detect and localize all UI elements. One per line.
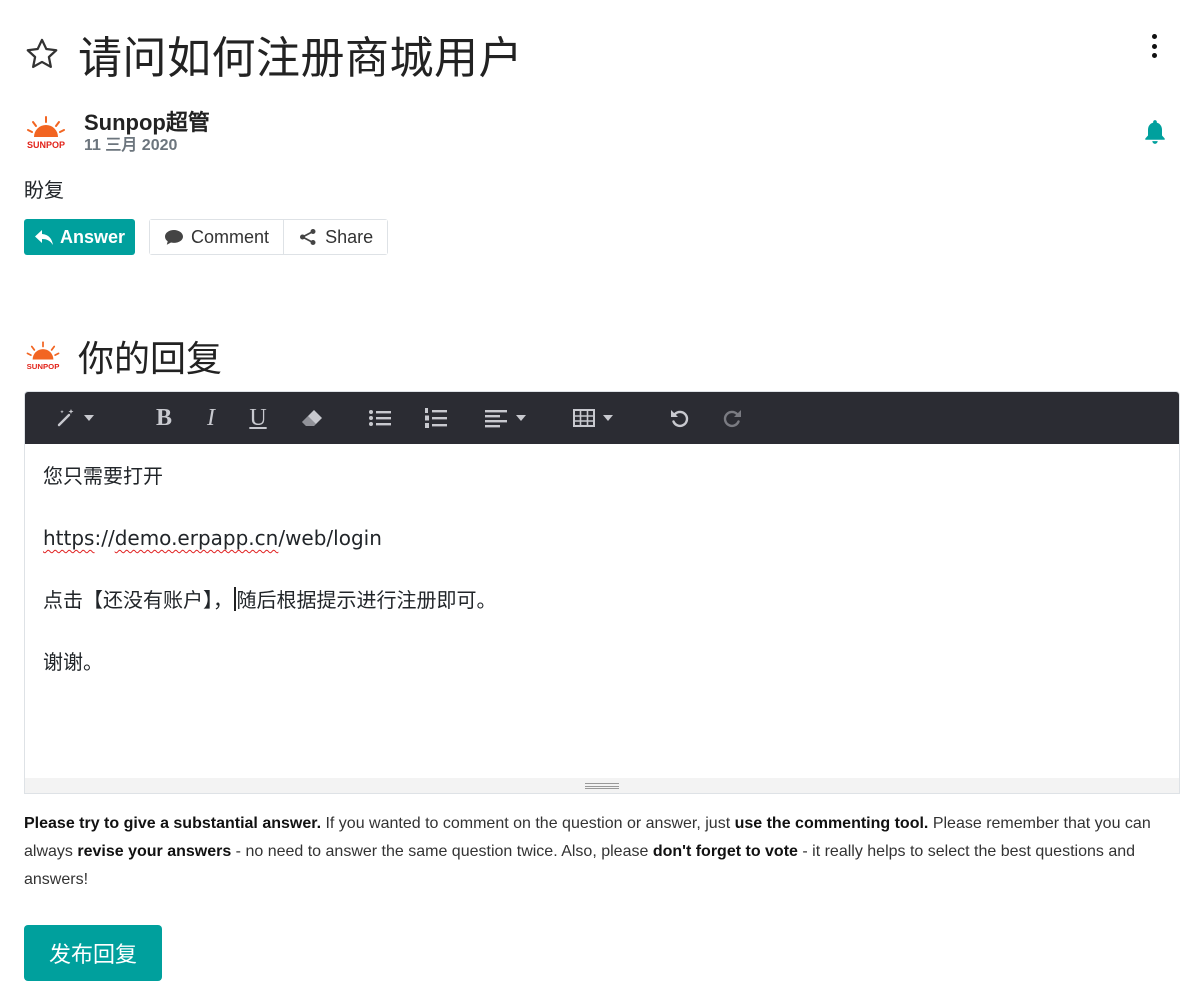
bell-icon[interactable] bbox=[1142, 118, 1168, 146]
hint-bold: revise your answers bbox=[77, 843, 232, 860]
more-options-icon[interactable] bbox=[1148, 34, 1160, 58]
hint-text: If you wanted to comment on the question… bbox=[321, 815, 735, 832]
editor-line: 谢谢。 bbox=[43, 648, 1161, 710]
editor-content[interactable]: 您只需要打开 https://demo.erpapp.cn/web/login … bbox=[25, 444, 1179, 778]
redo-icon bbox=[723, 410, 741, 428]
numbered-list-icon bbox=[425, 408, 447, 428]
reply-icon bbox=[35, 230, 53, 245]
hint-bold: use the commenting tool. bbox=[734, 815, 929, 832]
align-icon bbox=[485, 410, 507, 428]
text-cursor bbox=[234, 587, 236, 611]
star-icon[interactable] bbox=[24, 36, 60, 72]
table-icon bbox=[573, 409, 595, 427]
question-actions: Answer Comment Share bbox=[24, 219, 389, 255]
editor-text: 随后根据提示进行注册即可。 bbox=[236, 588, 497, 612]
bullet-list-icon bbox=[369, 410, 391, 426]
question-title: 请问如何注册商城用户 bbox=[78, 33, 523, 84]
question-header: 请问如何注册商城用户 bbox=[24, 24, 1174, 84]
share-button-label: Share bbox=[325, 226, 374, 247]
hint-bold: don't forget to vote bbox=[652, 843, 798, 860]
author-name[interactable]: Sunpop超管 bbox=[84, 110, 210, 136]
comment-icon bbox=[165, 230, 184, 245]
grip-icon bbox=[585, 782, 619, 789]
hint-text: - no need to answer the same question tw… bbox=[231, 843, 653, 860]
editor-text: 谢谢。 bbox=[43, 650, 103, 674]
eraser-icon bbox=[302, 410, 322, 426]
author-meta: Sunpop超管 11 三月 2020 bbox=[84, 110, 210, 156]
editor-line: 您只需要打开 bbox=[43, 462, 1161, 524]
align-dropdown[interactable] bbox=[475, 392, 535, 444]
reply-heading: SUNPOP 你的回复 bbox=[24, 334, 222, 380]
logo-text: SUNPOP bbox=[27, 362, 60, 371]
editor-line: 点击【还没有账户】， 随后根据提示进行注册即可。 bbox=[43, 586, 1161, 648]
table-dropdown[interactable] bbox=[563, 392, 623, 444]
answer-button-label: Answer bbox=[60, 226, 126, 247]
numbered-list-button[interactable] bbox=[415, 392, 457, 444]
author-info: SUNPOP Sunpop超管 11 三月 2020 bbox=[24, 108, 210, 158]
link-scheme: https bbox=[43, 526, 95, 550]
share-icon bbox=[300, 229, 316, 245]
answer-guidelines: Please try to give a substantial answer.… bbox=[24, 810, 1180, 894]
share-button[interactable]: Share bbox=[283, 220, 388, 254]
editor-line: https://demo.erpapp.cn/web/login bbox=[43, 524, 1161, 586]
link-separator: :// bbox=[94, 526, 115, 550]
editor-toolbar: B I U bbox=[25, 392, 1179, 444]
reply-editor: B I U 您只需要打开 https://demo.erpapp.cn/web/… bbox=[24, 391, 1180, 794]
link-host: demo.erpapp.cn bbox=[114, 526, 279, 550]
undo-icon bbox=[671, 410, 689, 428]
avatar[interactable]: SUNPOP bbox=[24, 111, 68, 155]
italic-icon: I bbox=[207, 404, 215, 431]
comment-button[interactable]: Comment bbox=[150, 220, 284, 254]
underline-button[interactable]: U bbox=[237, 392, 279, 444]
magic-wand-icon bbox=[57, 409, 74, 427]
question-body: 盼复 bbox=[24, 180, 64, 202]
bullet-list-button[interactable] bbox=[359, 392, 401, 444]
bold-button[interactable]: B bbox=[143, 392, 185, 444]
submit-reply-button[interactable]: 发布回复 bbox=[24, 925, 162, 981]
editor-text: 点击【还没有账户】， bbox=[43, 588, 233, 612]
undo-button[interactable] bbox=[659, 392, 701, 444]
editor-resize-handle[interactable] bbox=[25, 778, 1179, 793]
comment-share-group: Comment Share bbox=[149, 219, 389, 255]
reply-title: 你的回复 bbox=[78, 339, 223, 380]
comment-button-label: Comment bbox=[191, 226, 270, 247]
editor-text: 您只需要打开 bbox=[43, 464, 163, 488]
bold-icon: B bbox=[155, 404, 172, 431]
magic-wand-button[interactable] bbox=[49, 392, 101, 444]
underline-icon: U bbox=[249, 404, 267, 431]
answer-button[interactable]: Answer bbox=[24, 219, 136, 255]
italic-button[interactable]: I bbox=[190, 392, 232, 444]
logo-text: SUNPOP bbox=[27, 140, 65, 150]
eraser-button[interactable] bbox=[291, 392, 333, 444]
link-path: /web/login bbox=[278, 526, 382, 550]
redo-button[interactable] bbox=[711, 392, 753, 444]
hint-bold: Please try to give a substantial answer. bbox=[24, 815, 322, 832]
avatar: SUNPOP bbox=[26, 341, 60, 371]
post-date: 11 三月 2020 bbox=[84, 137, 178, 154]
